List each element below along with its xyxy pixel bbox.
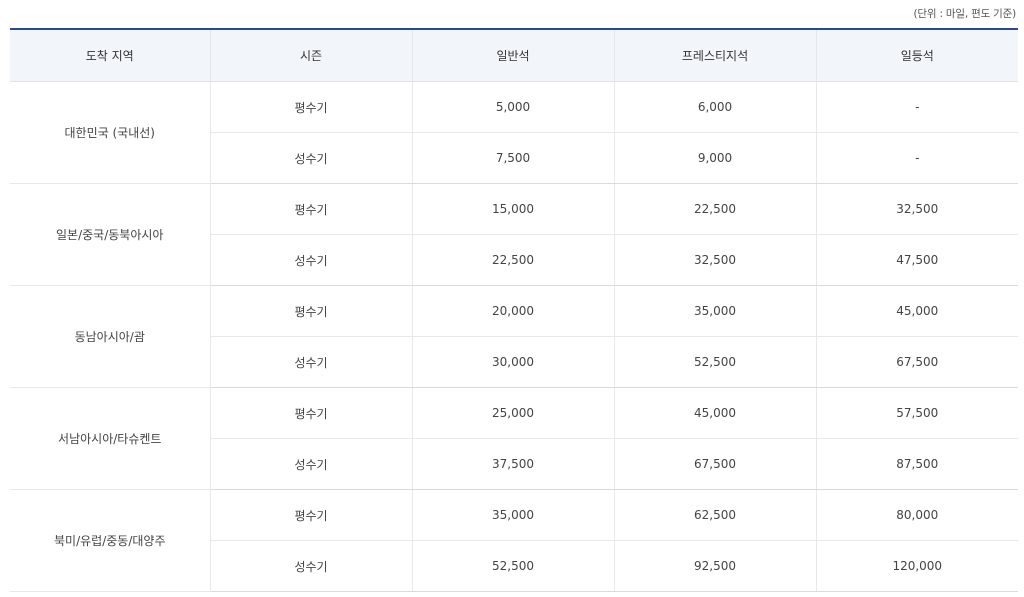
first-cell: 47,500 [816, 234, 1018, 286]
economy-cell: 15,000 [412, 183, 615, 235]
table-body: 대한민국 (국내선) 평수기 5,000 6,000 - 성수기 7,500 9… [10, 81, 1018, 592]
economy-cell: 35,000 [412, 489, 615, 541]
header-region: 도착 지역 [10, 28, 211, 82]
table-row: 일본/중국/동북아시아 평수기 15,000 22,500 32,500 [10, 183, 1018, 286]
region-cell: 북미/유럽/중동/대양주 [10, 489, 211, 592]
first-cell: 45,000 [816, 285, 1018, 337]
first-cell: 120,000 [816, 540, 1018, 592]
first-cell: 67,500 [816, 336, 1018, 388]
season-cell: 성수기 [210, 540, 413, 592]
prestige-cell: 62,500 [614, 489, 817, 541]
season-cell: 평수기 [210, 285, 413, 337]
header-economy: 일반석 [412, 28, 615, 82]
prestige-cell: 67,500 [614, 438, 817, 490]
prestige-cell: 52,500 [614, 336, 817, 388]
table-row: 대한민국 (국내선) 평수기 5,000 6,000 - [10, 81, 1018, 184]
header-first: 일등석 [816, 28, 1018, 82]
season-cell: 평수기 [210, 183, 413, 235]
prestige-cell: 35,000 [614, 285, 817, 337]
prestige-cell: 92,500 [614, 540, 817, 592]
season-cell: 성수기 [210, 438, 413, 490]
header-prestige: 프레스티지석 [614, 28, 817, 82]
economy-cell: 20,000 [412, 285, 615, 337]
table-row: 동남아시아/괌 평수기 20,000 35,000 45,000 [10, 285, 1018, 388]
region-cell: 서남아시아/타슈켄트 [10, 387, 211, 490]
unit-note: (단위 : 마일, 편도 기준) [913, 8, 1017, 20]
header-row: 도착 지역 시즌 일반석 프레스티지석 일등석 [10, 28, 1018, 82]
economy-cell: 37,500 [412, 438, 615, 490]
economy-cell: 30,000 [412, 336, 615, 388]
economy-cell: 7,500 [412, 132, 615, 184]
header-season: 시즌 [210, 28, 413, 82]
season-cell: 평수기 [210, 489, 413, 541]
first-cell: - [816, 132, 1018, 184]
table-header: 도착 지역 시즌 일반석 프레스티지석 일등석 [10, 28, 1018, 82]
region-cell: 대한민국 (국내선) [10, 81, 211, 184]
economy-cell: 5,000 [412, 81, 615, 133]
region-cell: 동남아시아/괌 [10, 285, 211, 388]
economy-cell: 22,500 [412, 234, 615, 286]
region-cell: 일본/중국/동북아시아 [10, 183, 211, 286]
prestige-cell: 45,000 [614, 387, 817, 439]
first-cell: 57,500 [816, 387, 1018, 439]
first-cell: 32,500 [816, 183, 1018, 235]
season-cell: 성수기 [210, 234, 413, 286]
table-row: 북미/유럽/중동/대양주 평수기 35,000 62,500 80,000 [10, 489, 1018, 592]
prestige-cell: 32,500 [614, 234, 817, 286]
first-cell: 80,000 [816, 489, 1018, 541]
season-cell: 평수기 [210, 81, 413, 133]
prestige-cell: 6,000 [614, 81, 817, 133]
season-cell: 평수기 [210, 387, 413, 439]
economy-cell: 52,500 [412, 540, 615, 592]
first-cell: - [816, 81, 1018, 133]
prestige-cell: 22,500 [614, 183, 817, 235]
first-cell: 87,500 [816, 438, 1018, 490]
season-cell: 성수기 [210, 132, 413, 184]
prestige-cell: 9,000 [614, 132, 817, 184]
award-mileage-table: 도착 지역 시즌 일반석 프레스티지석 일등석 대한민국 (국내선) 평수기 5… [10, 28, 1018, 592]
season-cell: 성수기 [210, 336, 413, 388]
economy-cell: 25,000 [412, 387, 615, 439]
table-row: 서남아시아/타슈켄트 평수기 25,000 45,000 57,500 [10, 387, 1018, 490]
